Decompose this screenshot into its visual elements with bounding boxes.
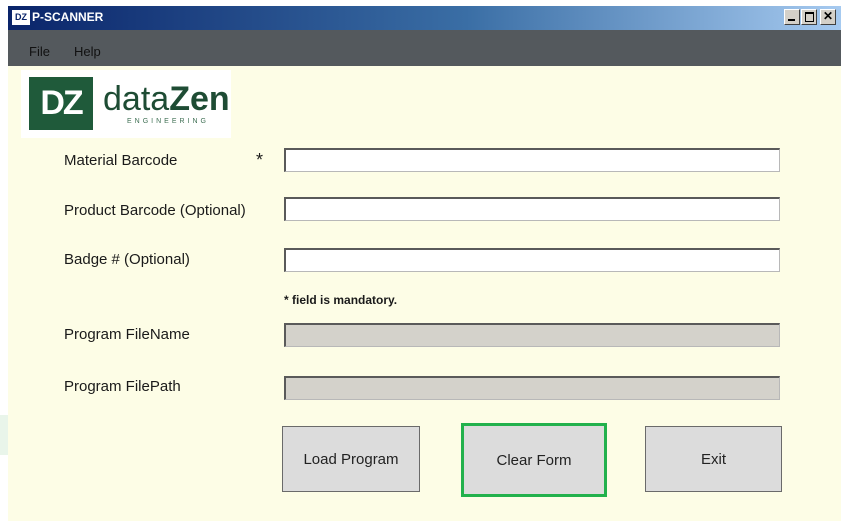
exit-button[interactable]: Exit [645, 426, 782, 492]
program-filepath-field [284, 376, 780, 400]
background-edge [0, 415, 8, 455]
logo-name-bold: Zen [169, 80, 230, 118]
minimize-button[interactable] [784, 9, 800, 25]
required-marker: * [256, 150, 264, 170]
maximize-button[interactable] [801, 9, 817, 25]
menu-help[interactable]: Help [74, 44, 101, 59]
close-icon: ✕ [823, 9, 834, 23]
program-filename-field [284, 323, 780, 347]
clear-form-button[interactable]: Clear Form [461, 423, 607, 497]
minimize-icon [788, 19, 795, 21]
program-filename-label: Program FileName [64, 326, 190, 343]
product-barcode-label: Product Barcode (Optional) [64, 202, 246, 219]
close-button[interactable]: ✕ [820, 9, 836, 25]
badge-input[interactable] [284, 248, 780, 272]
maximize-icon [805, 12, 814, 22]
app-window: DZ P-SCANNER ✕ File Help DZ dataZen ENGI… [8, 6, 841, 521]
window-title: P-SCANNER [32, 10, 104, 24]
badge-label: Badge # (Optional) [64, 251, 190, 268]
load-program-button[interactable]: Load Program [282, 426, 420, 492]
material-barcode-input[interactable] [284, 148, 780, 172]
material-barcode-label: Material Barcode [64, 152, 178, 169]
program-filepath-label: Program FilePath [64, 378, 181, 395]
product-barcode-input[interactable] [284, 197, 780, 221]
title-bar[interactable]: DZ P-SCANNER ✕ [8, 6, 841, 30]
mandatory-note: * field is mandatory. [284, 293, 398, 307]
menu-file[interactable]: File [29, 44, 50, 59]
app-icon: DZ [12, 10, 30, 25]
logo-mark: DZ [29, 77, 93, 130]
logo-subtitle: ENGINEERING [127, 118, 210, 125]
company-logo: DZ dataZen ENGINEERING [21, 70, 231, 138]
menu-bar: File Help [8, 30, 841, 66]
logo-name: dataZen [103, 79, 230, 119]
logo-name-light: data [103, 80, 170, 118]
